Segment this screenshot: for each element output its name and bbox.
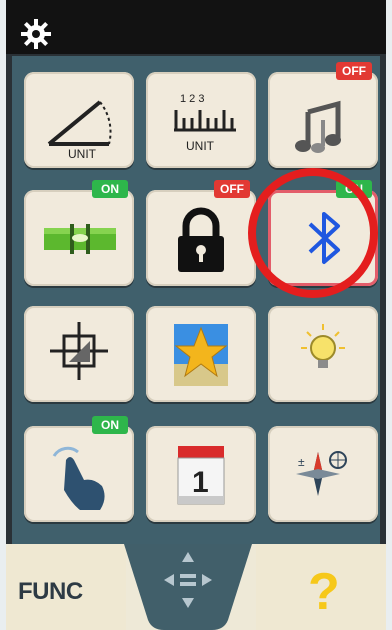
hand-pointer-icon bbox=[52, 446, 105, 510]
angle-icon: UNIT bbox=[47, 100, 112, 161]
navigation-tab[interactable] bbox=[124, 544, 252, 630]
light-tile[interactable] bbox=[268, 306, 378, 402]
crosshair-icon bbox=[50, 322, 108, 380]
calendar-tile[interactable]: 1 bbox=[146, 426, 256, 522]
lock-icon bbox=[178, 207, 224, 272]
music-note-icon bbox=[295, 100, 341, 153]
help-icon: ? bbox=[308, 563, 340, 621]
compass-tile[interactable]: ± bbox=[268, 426, 378, 522]
length-unit-tile[interactable]: 1 2 3 UNIT bbox=[146, 72, 256, 168]
func-tab[interactable]: FUNC bbox=[6, 544, 126, 630]
crosshair-tile[interactable] bbox=[24, 306, 134, 402]
func-label: FUNC bbox=[18, 578, 83, 605]
spirit-level-icon bbox=[44, 224, 116, 254]
gear-icon[interactable] bbox=[20, 18, 52, 50]
lock-tile[interactable]: OFF bbox=[146, 180, 256, 286]
angle-unit-label: UNIT bbox=[68, 147, 97, 161]
sound-tile[interactable]: OFF bbox=[268, 62, 378, 168]
bottom-bar: FUNC ? bbox=[6, 544, 386, 630]
light-bulb-icon bbox=[301, 324, 345, 368]
frame-edge-right bbox=[386, 0, 392, 630]
compass-globe-icon: ± bbox=[296, 451, 347, 496]
ruler-numbers: 1 2 3 bbox=[180, 93, 204, 105]
star-photo-icon bbox=[174, 324, 228, 386]
highlight-circle bbox=[248, 168, 378, 298]
top-bar bbox=[6, 0, 386, 54]
help-tab[interactable]: ? bbox=[256, 544, 386, 630]
calendar-day: 1 bbox=[192, 466, 209, 499]
length-unit-label: UNIT bbox=[186, 139, 215, 153]
favorites-tile[interactable] bbox=[146, 306, 256, 402]
svg-text:±: ± bbox=[298, 455, 305, 469]
calendar-icon: 1 bbox=[177, 446, 225, 505]
level-tile[interactable]: ON bbox=[24, 180, 134, 286]
ruler-icon: 1 2 3 UNIT bbox=[174, 93, 236, 153]
touch-tile[interactable]: ON bbox=[24, 416, 134, 522]
function-panel: UNIT 1 2 3 UNIT OFF ON OFF ON ON 1 ± bbox=[12, 56, 380, 544]
frame-edge-left bbox=[0, 0, 6, 630]
angle-unit-tile[interactable]: UNIT bbox=[24, 72, 134, 168]
